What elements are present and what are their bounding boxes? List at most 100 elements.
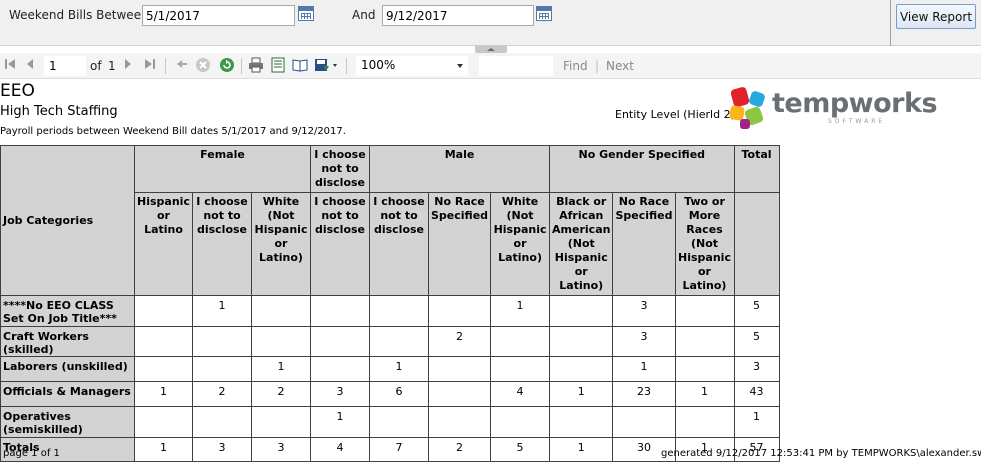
find-link[interactable]: Find [563,57,588,75]
table-cell: 3 [612,326,676,357]
table-cell [369,406,429,438]
table-cell [427,406,492,438]
table-cell: 5 [733,295,780,327]
table-cell [192,356,252,382]
row-label: Craft Workers (skilled) [0,326,135,357]
divider [890,0,891,46]
refresh-icon[interactable] [219,57,235,73]
table-cell [549,406,614,438]
table-cell: 7 [369,437,429,462]
find-input[interactable] [479,56,553,76]
table-cell: 4 [310,437,370,462]
table-cell: 1 [549,437,614,462]
chevron-down-icon [457,64,463,68]
export-icon[interactable] [314,57,340,73]
to-date-input[interactable] [382,5,534,26]
female-header: Female [134,145,311,193]
table-cell [251,326,311,357]
logo-mark-icon [729,87,765,129]
table-cell [674,326,735,357]
total-header: Total [733,145,780,193]
table-cell: 2 [427,437,492,462]
table-cell [369,326,429,357]
report-period: Payroll periods between Weekend Bill dat… [0,126,346,137]
table-cell: 1 [251,356,311,382]
table-row: ****No EEO CLASS Set On Job Title*** 1 1 3 5 [0,295,780,327]
calendar-icon[interactable] [536,6,552,21]
table-cell [134,295,193,327]
table-cell: 6 [369,381,429,407]
view-report-button[interactable]: View Report [896,4,976,29]
column-header: I choose not to disclose [192,192,252,296]
table-cell: 4 [490,381,551,407]
column-header: White (Not Hispanic or Latino) [251,192,311,296]
next-link[interactable]: Next [606,57,634,75]
print-layout-icon[interactable] [270,57,286,73]
zoom-select[interactable]: 100% [356,56,468,76]
next-page-icon[interactable] [120,57,136,73]
choose-not-header: I choose not to disclose [310,145,370,193]
row-label: Officials & Managers [0,381,135,407]
column-header: Hispanic or Latino [134,192,193,296]
page-setup-icon[interactable] [292,57,308,73]
table-cell: 5 [733,326,780,357]
table-cell [310,326,370,357]
toolbar-separator [165,58,166,74]
stop-icon[interactable] [195,57,211,73]
from-date-input[interactable] [142,5,295,26]
table-row: Operatives (semiskilled) 1 1 [0,406,780,438]
toolbar-separator [241,58,242,74]
generated-info: generated 9/12/2017 12:53:41 PM by TEMPW… [661,448,981,459]
parameter-bar: Weekend Bills Between And View Report [0,0,981,46]
zoom-value: 100% [361,58,396,72]
table-cell [549,295,614,327]
collapse-parameters-handle[interactable] [475,46,507,53]
column-header [733,192,780,296]
first-page-icon[interactable] [2,57,18,73]
table-cell: 2 [427,326,492,357]
table-cell [674,406,735,438]
table-cell [674,356,735,382]
table-cell [612,406,676,438]
row-label: Laborers (unskilled) [0,356,135,382]
table-cell: 23 [612,381,676,407]
logo-subtext: SOFTWARE [828,118,886,125]
table-cell [490,406,551,438]
table-cell: 1 [310,406,370,438]
table-cell [427,295,492,327]
page-number-input[interactable] [44,56,86,76]
page-info: page 1 of 1 [3,448,60,459]
previous-page-icon[interactable] [22,57,38,73]
report-subtitle: High Tech Staffing [0,104,118,119]
job-categories-header: Job Categories [0,145,135,296]
table-cell: 3 [192,437,252,462]
last-page-icon[interactable] [142,57,158,73]
eeo-table: Job Categories Female I choose not to di… [0,145,780,462]
table-cell [490,356,551,382]
calendar-icon[interactable] [298,6,314,21]
table-cell: 3 [310,381,370,407]
table-cell [369,295,429,327]
table-cell: 1 [549,381,614,407]
table-cell: 1 [369,356,429,382]
table-row: Laborers (unskilled) 1 1 1 3 [0,356,780,382]
table-cell: 1 [134,381,193,407]
table-cell [251,406,311,438]
report-title: EEO [0,81,35,101]
table-cell [251,295,311,327]
column-header: White (Not Hispanic or Latino) [490,192,551,296]
table-cell: 43 [733,381,780,407]
column-header: No Race Specified [427,192,492,296]
table-row: Officials & Managers 1 2 2 3 6 4 1 23 1 43 [0,381,780,407]
table-cell [674,295,735,327]
back-icon[interactable] [174,57,190,73]
table-body: ****No EEO CLASS Set On Job Title*** 1 1 3 5… [0,295,780,462]
table-cell [490,326,551,357]
table-cell: 3 [612,295,676,327]
table-cell: 1 [733,406,780,438]
column-header: No Race Specified [612,192,676,296]
table-cell: 5 [490,437,551,462]
table-cell: 2 [192,381,252,407]
print-icon[interactable] [248,57,264,73]
to-date-label: And [352,8,376,22]
